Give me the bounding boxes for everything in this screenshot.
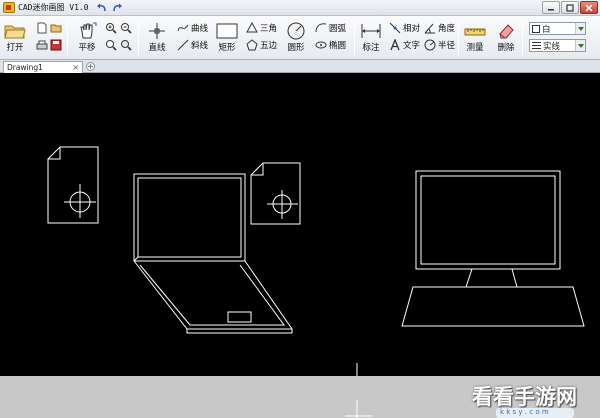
zoom-in-icon (106, 23, 117, 34)
open-button[interactable]: 打开 (4, 22, 26, 53)
folder-icon (4, 25, 26, 39)
rectangle-label: 矩形 (218, 43, 236, 53)
print-button[interactable] (36, 38, 48, 52)
triangle-button[interactable]: 三角 (246, 21, 277, 35)
relative-icon (389, 22, 401, 34)
line-button[interactable]: 直线 (148, 22, 166, 53)
ruler-icon (464, 28, 486, 36)
open-folder-icon (50, 24, 62, 33)
arc-button[interactable]: 圆弧 (315, 21, 346, 35)
ellipse-label: 椭圆 (329, 41, 347, 51)
text-a-icon (390, 39, 400, 51)
new-file-button[interactable] (36, 21, 48, 35)
line-label: 直线 (148, 43, 166, 53)
zoom-window-button[interactable] (105, 38, 117, 52)
dimension-button[interactable]: 标注 (360, 22, 382, 53)
pan-label: 平移 (78, 43, 96, 53)
zoom-out-button[interactable] (120, 21, 132, 35)
pan-button[interactable]: 平移 (77, 22, 97, 53)
relative-label: 相对 (403, 24, 421, 34)
app-logo-icon (3, 2, 15, 13)
angle-button[interactable]: 角度 (424, 21, 455, 35)
document-tab-bar: Drawing1 × + (0, 60, 600, 73)
color-swatch (532, 24, 540, 33)
rectangle-icon (216, 23, 238, 39)
open-folder-button[interactable] (50, 21, 62, 35)
zoom-all-icon (121, 40, 132, 51)
oblique-line-label: 斜线 (191, 41, 209, 51)
add-tab-icon[interactable]: + (86, 62, 95, 71)
ellipse-icon (315, 41, 327, 49)
pan-hand-icon (80, 22, 97, 39)
text-button[interactable]: 文字 (389, 38, 420, 52)
title-bar: CAD迷你画图 V1.0 (0, 0, 600, 16)
pentagon-button[interactable]: 五边 (246, 38, 277, 52)
oblique-line-button[interactable]: 斜线 (177, 38, 208, 52)
maximize-button[interactable] (561, 1, 579, 14)
color-value: 白 (542, 24, 551, 35)
drawing-file-left (47, 146, 99, 224)
rectangle-button[interactable]: 矩形 (216, 22, 238, 53)
color-select[interactable]: 白 (529, 22, 586, 35)
radius-icon (424, 39, 436, 51)
save-icon (50, 39, 62, 51)
watermark-text: 看看手游网 (472, 385, 577, 409)
pentagon-label: 五边 (260, 41, 278, 51)
drawing-canvas[interactable] (0, 73, 600, 376)
redo-icon[interactable] (111, 2, 125, 14)
circle-button[interactable]: 圆形 (286, 22, 306, 53)
dimension-label: 标注 (362, 43, 380, 53)
printer-icon (36, 40, 48, 50)
circle-label: 圆形 (287, 43, 305, 53)
close-tab-icon[interactable]: × (72, 63, 79, 72)
radius-label: 半径 (438, 41, 456, 51)
chevron-down-icon[interactable] (575, 40, 585, 51)
linetype-icon (532, 41, 541, 50)
linetype-select[interactable]: 实线 (529, 39, 586, 52)
ribbon-toolbar: 打开 平移 直线 曲线 斜线 矩形 三角 五边 圆形 圆弧 椭圆 标注 相对 角… (0, 16, 600, 60)
chevron-down-icon[interactable] (575, 23, 585, 34)
angle-label: 角度 (438, 24, 456, 34)
oblique-line-icon (177, 39, 189, 51)
curve-icon (177, 24, 189, 32)
eraser-icon (499, 24, 514, 39)
drawing-monitor (401, 170, 585, 327)
triangle-label: 三角 (260, 24, 278, 34)
tab-label: Drawing1 (7, 63, 43, 72)
close-button[interactable] (580, 1, 598, 14)
pentagon-icon (246, 39, 258, 51)
erase-button[interactable]: 删除 (496, 22, 516, 53)
minimize-button[interactable] (542, 1, 560, 14)
text-label: 文字 (403, 41, 421, 51)
ellipse-button[interactable]: 椭圆 (315, 38, 346, 52)
erase-label: 删除 (497, 43, 515, 53)
line-crosshair-icon (149, 23, 165, 39)
zoom-in-button[interactable] (105, 21, 117, 35)
watermark-url: k k s y . c o m (496, 408, 574, 418)
zoom-window-icon (106, 40, 117, 51)
curve-label: 曲线 (191, 24, 209, 34)
drawing-file-middle (250, 162, 301, 225)
linetype-value: 实线 (543, 41, 561, 52)
drawing-laptop (133, 173, 293, 334)
measure-button[interactable]: 测量 (464, 22, 486, 53)
new-file-icon (37, 22, 47, 34)
window-title: CAD迷你画图 V1.0 (18, 3, 89, 12)
arc-label: 圆弧 (329, 24, 347, 34)
triangle-icon (246, 22, 258, 33)
angle-icon (424, 23, 435, 34)
zoom-all-button[interactable] (120, 38, 132, 52)
relative-button[interactable]: 相对 (389, 21, 420, 35)
curve-button[interactable]: 曲线 (177, 21, 208, 35)
radius-button[interactable]: 半径 (424, 38, 455, 52)
circle-icon (287, 22, 305, 40)
undo-icon[interactable] (95, 2, 109, 14)
measure-label: 测量 (466, 43, 484, 53)
zoom-out-icon (121, 23, 132, 34)
dimension-icon (361, 24, 381, 38)
arc-icon (315, 23, 327, 33)
tab-drawing1[interactable]: Drawing1 × (3, 61, 83, 73)
save-button[interactable] (50, 38, 62, 52)
open-label: 打开 (6, 43, 24, 53)
